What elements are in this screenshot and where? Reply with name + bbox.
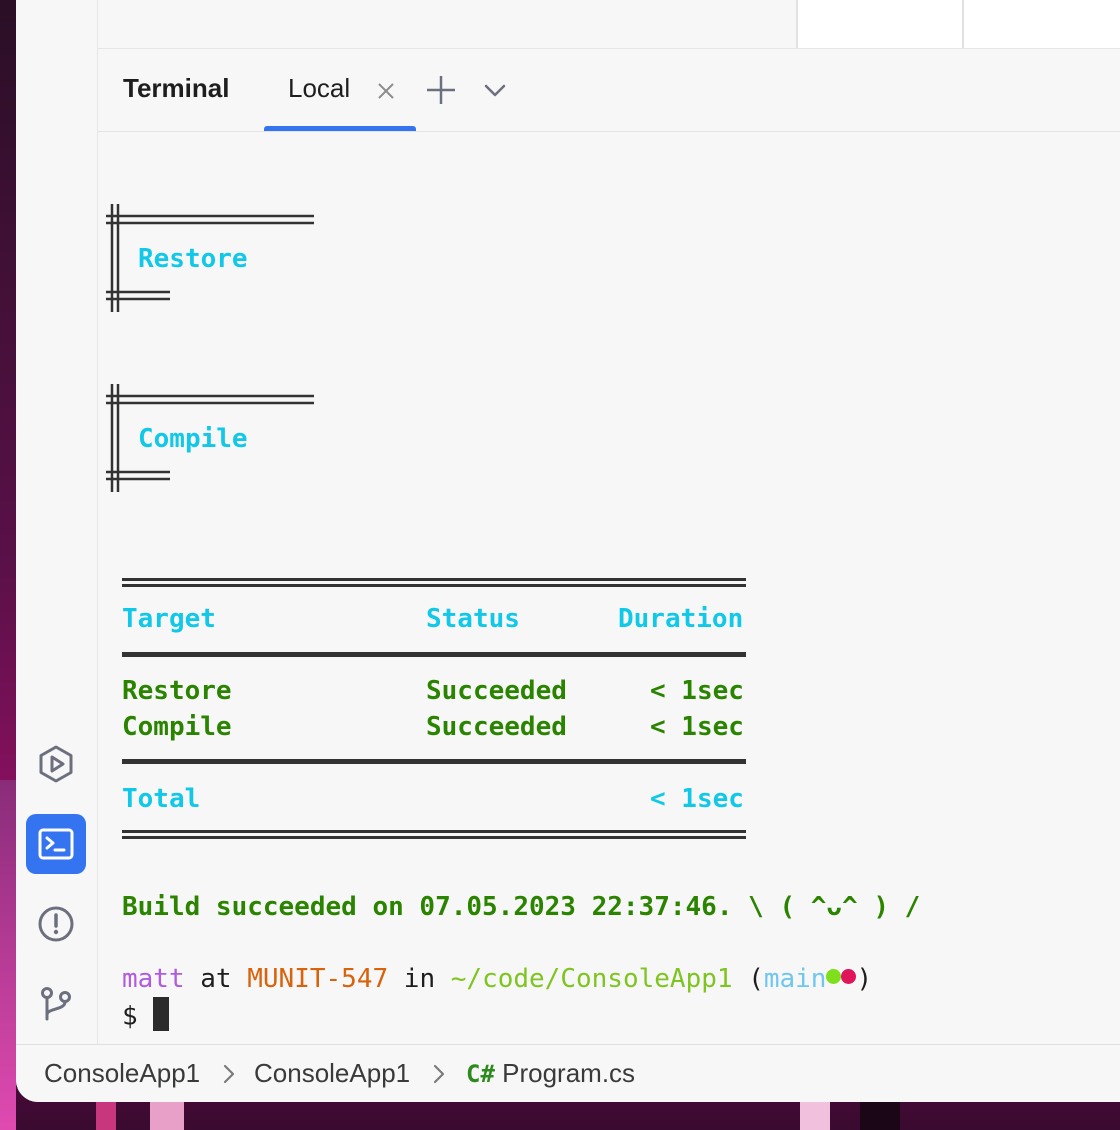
header-target: Target (122, 604, 216, 634)
row-compile-duration: < 1sec (650, 712, 744, 742)
git-icon (41, 987, 71, 1021)
close-icon[interactable] (374, 79, 398, 103)
prompt-path: ~/code/ConsoleApp1 (450, 964, 733, 994)
build-message: Build succeeded on 07.05.2023 22:37:46. … (122, 892, 921, 922)
breadcrumb-project[interactable]: ConsoleApp1 (254, 1058, 410, 1089)
terminal-output[interactable]: Restore Compile Target Status Duration R… (106, 132, 1120, 1044)
tool-window-title: Terminal (123, 73, 230, 103)
tool-window-bar (16, 0, 98, 1044)
prompt-input-line[interactable]: $ (122, 997, 170, 1034)
header-duration: Duration (618, 604, 744, 634)
tab-local[interactable]: Local (264, 49, 416, 131)
editor-panel-stub (796, 0, 962, 48)
prompt-open-paren: ( (748, 964, 764, 994)
ide-window: Terminal Local Restore Compile Target St… (16, 0, 1120, 1102)
prompt-in: in (403, 964, 436, 994)
total-label: Total (122, 784, 201, 814)
git-clean-dot (826, 969, 842, 984)
problems-tool-button[interactable] (26, 894, 86, 954)
terminal-icon (38, 828, 74, 860)
table-rule (122, 759, 746, 764)
prompt-symbol: $ (122, 1001, 138, 1032)
prompt-branch: main (763, 964, 827, 994)
total-value: < 1sec (650, 784, 744, 814)
git-tool-button[interactable] (26, 974, 86, 1034)
table-rule (122, 578, 746, 587)
shell-prompt: matt at MUNIT-547 in ~/code/ConsoleApp1 … (122, 964, 872, 994)
row-restore-target: Restore (122, 676, 232, 706)
git-dirty-dot (841, 969, 857, 984)
section-title-restore: Restore (138, 244, 248, 274)
tab-label: Local (288, 73, 351, 103)
problems-icon (38, 906, 74, 942)
navigation-bar: ConsoleApp1 ConsoleApp1 C# Program.cs (16, 1044, 1120, 1102)
terminal-tool-button[interactable] (26, 814, 86, 874)
csharp-file-icon: C# (466, 1060, 495, 1088)
chevron-right-icon (433, 1064, 445, 1084)
breadcrumb-file-name: Program.cs (502, 1058, 636, 1088)
run-icon (39, 745, 73, 783)
row-restore-duration: < 1sec (650, 676, 744, 706)
table-rule (122, 652, 746, 657)
chevron-right-icon (223, 1064, 235, 1084)
row-compile-status: Succeeded (426, 712, 567, 742)
prompt-at: at (200, 964, 232, 994)
plus-icon[interactable] (424, 73, 458, 107)
prompt-user: matt (122, 964, 185, 994)
chevron-down-icon[interactable] (480, 75, 510, 105)
prompt-close-paren: ) (856, 964, 873, 994)
row-compile-target: Compile (122, 712, 232, 742)
row-restore-status: Succeeded (426, 676, 567, 706)
text-cursor (153, 997, 170, 1031)
header-status: Status (426, 604, 520, 634)
table-rule (122, 830, 746, 839)
breadcrumb-file[interactable]: C# Program.cs (466, 1058, 635, 1089)
editor-panel-stub (962, 0, 1120, 48)
editor-top-strip (98, 0, 1120, 49)
prompt-host: MUNIT-547 (247, 964, 389, 994)
section-title-compile: Compile (138, 424, 248, 454)
breadcrumb-solution[interactable]: ConsoleApp1 (44, 1058, 200, 1089)
terminal-tab-bar: Terminal Local (98, 49, 1120, 132)
active-tab-indicator (264, 126, 416, 131)
run-tool-button[interactable] (26, 734, 86, 794)
